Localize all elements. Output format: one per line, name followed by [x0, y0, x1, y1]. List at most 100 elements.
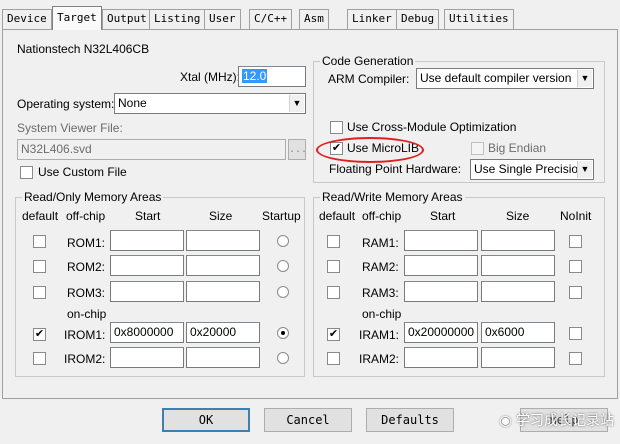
arm-compiler-select[interactable]: Use default compiler version ▼ [416, 68, 594, 89]
iram1-label: IRAM1: [359, 328, 400, 342]
iram2-default-checkbox[interactable] [327, 352, 340, 365]
rom3-label: ROM3: [67, 286, 106, 300]
svf-label: System Viewer File: [17, 121, 123, 135]
os-label: Operating system: [17, 97, 115, 111]
use-custom-file-checkbox[interactable] [20, 166, 33, 179]
iram1-start-input[interactable]: 0x20000000 [404, 322, 478, 343]
ram-header-noinit: NoInit [560, 209, 592, 223]
ram-group-title: Read/Write Memory Areas [320, 190, 465, 204]
ram1-default-checkbox[interactable] [327, 235, 340, 248]
svf-browse-button[interactable]: ... [288, 139, 307, 160]
ram3-size-input[interactable] [481, 281, 555, 302]
irom2-default-checkbox[interactable] [33, 352, 46, 365]
xtal-input[interactable]: 12.0 [238, 66, 306, 87]
rom2-startup-radio[interactable] [277, 260, 289, 272]
ram3-label: RAM3: [362, 286, 399, 300]
rom1-size-input[interactable] [186, 230, 260, 251]
os-select[interactable]: None ▼ [114, 93, 306, 114]
arm-compiler-label: ARM Compiler: [328, 72, 410, 86]
rom-header-start: Start [135, 209, 161, 223]
chevron-down-icon: ▼ [577, 70, 592, 87]
highlight-annotation [316, 137, 424, 163]
rom1-label: ROM1: [67, 236, 106, 250]
fp-select[interactable]: Use Single Precision ▼ [470, 159, 594, 180]
svf-input[interactable]: N32L406.svd [17, 139, 286, 160]
irom2-start-input[interactable] [110, 347, 184, 368]
rom1-default-checkbox[interactable] [33, 235, 46, 248]
iram2-noinit-checkbox[interactable] [569, 352, 582, 365]
rom2-default-checkbox[interactable] [33, 260, 46, 273]
ram3-noinit-checkbox[interactable] [569, 286, 582, 299]
irom2-startup-radio[interactable] [277, 352, 289, 364]
irom1-size-input[interactable]: 0x20000 [186, 322, 260, 343]
watermark: ◉ 学习成长记录站 [499, 413, 614, 429]
rom-group-title: Read/Only Memory Areas [22, 190, 164, 204]
ram-onchip-label: on-chip [362, 307, 402, 321]
tab-target[interactable]: Target [52, 6, 102, 30]
iram1-noinit-checkbox[interactable] [569, 327, 582, 340]
xtal-label: Xtal (MHz): [180, 70, 240, 84]
tab-asm[interactable]: Asm [299, 9, 329, 29]
tab-linker[interactable]: Linker [347, 9, 397, 29]
ram-header-offchip: off-chip [362, 209, 402, 223]
rom3-start-input[interactable] [110, 281, 184, 302]
rom1-startup-radio[interactable] [277, 235, 289, 247]
tab-utilities[interactable]: Utilities [444, 9, 514, 29]
rom-onchip-label: on-chip [67, 307, 107, 321]
ok-button[interactable]: OK [162, 408, 250, 432]
irom2-size-input[interactable] [186, 347, 260, 368]
irom1-start-input[interactable]: 0x8000000 [110, 322, 184, 343]
ram2-default-checkbox[interactable] [327, 260, 340, 273]
tab-output[interactable]: Output [102, 9, 152, 29]
defaults-button[interactable]: Defaults [366, 408, 454, 432]
ram1-label: RAM1: [362, 236, 399, 250]
rom-header-size: Size [209, 209, 233, 223]
irom1-default-checkbox[interactable]: ✔ [33, 328, 46, 341]
ram1-start-input[interactable] [404, 230, 478, 251]
wechat-icon: ◉ [499, 413, 516, 429]
cross-module-label: Use Cross-Module Optimization [347, 120, 517, 134]
rom3-startup-radio[interactable] [277, 286, 289, 298]
irom2-label: IROM2: [64, 352, 106, 366]
ram2-start-input[interactable] [404, 255, 478, 276]
iram2-size-input[interactable] [481, 347, 555, 368]
rom1-start-input[interactable] [110, 230, 184, 251]
irom1-label: IROM1: [64, 328, 106, 342]
cross-module-checkbox[interactable] [330, 121, 343, 134]
iram1-default-checkbox[interactable]: ✔ [327, 328, 340, 341]
tab-listing[interactable]: Listing [149, 9, 206, 29]
big-endian-checkbox[interactable] [471, 142, 484, 155]
rom2-size-input[interactable] [186, 255, 260, 276]
rom3-size-input[interactable] [186, 281, 260, 302]
tab-debug[interactable]: Debug [396, 9, 440, 29]
tab-c-cpp[interactable]: C/C++ [249, 9, 293, 29]
ram2-label: RAM2: [362, 260, 399, 274]
chevron-down-icon: ▼ [289, 95, 304, 112]
ram1-noinit-checkbox[interactable] [569, 235, 582, 248]
ram2-noinit-checkbox[interactable] [569, 260, 582, 273]
irom1-startup-radio[interactable] [277, 327, 289, 339]
rom-header-default: default [22, 209, 59, 223]
tab-device[interactable]: Device [2, 9, 52, 29]
rom2-start-input[interactable] [110, 255, 184, 276]
iram2-label: IRAM2: [359, 352, 400, 366]
rom3-default-checkbox[interactable] [33, 286, 46, 299]
tab-user[interactable]: User [204, 9, 241, 29]
ram2-size-input[interactable] [481, 255, 555, 276]
device-name: Nationstech N32L406CB [17, 42, 150, 56]
rom2-label: ROM2: [67, 260, 106, 274]
ram-header-size: Size [506, 209, 530, 223]
fp-label: Floating Point Hardware: [329, 162, 462, 176]
iram2-start-input[interactable] [404, 347, 478, 368]
cancel-button[interactable]: Cancel [264, 408, 352, 432]
big-endian-label: Big Endian [488, 141, 547, 155]
ram3-default-checkbox[interactable] [327, 286, 340, 299]
ram-header-start: Start [430, 209, 456, 223]
ram3-start-input[interactable] [404, 281, 478, 302]
chevron-down-icon: ▼ [577, 161, 592, 178]
iram1-size-input[interactable]: 0x6000 [481, 322, 555, 343]
ram-header-default: default [319, 209, 356, 223]
ram1-size-input[interactable] [481, 230, 555, 251]
rom-header-startup: Startup [262, 209, 301, 223]
code-generation-title: Code Generation [320, 54, 416, 68]
